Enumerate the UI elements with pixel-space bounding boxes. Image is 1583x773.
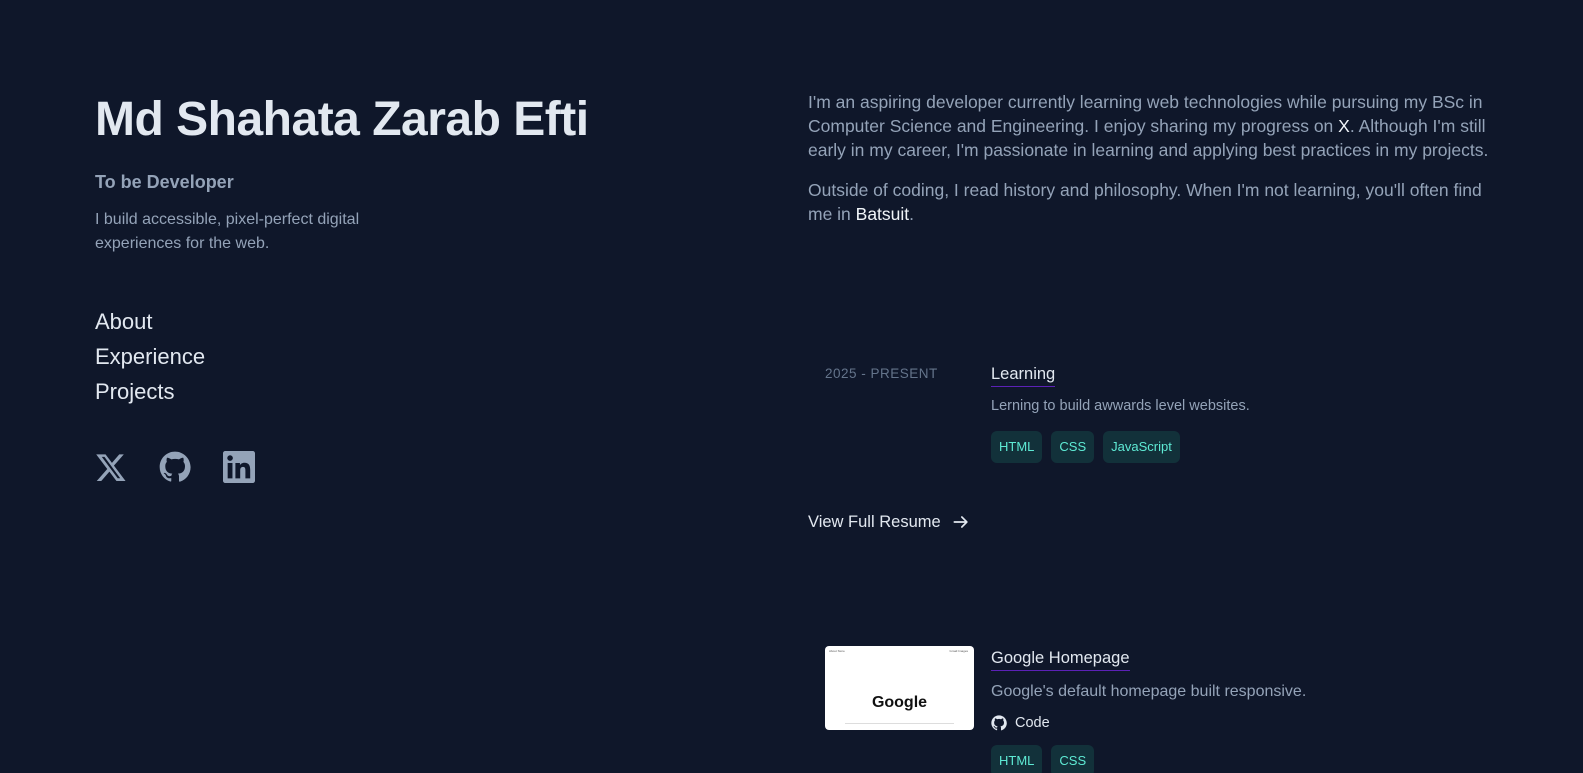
page-title: Md Shahata Zarab Efti xyxy=(95,93,589,146)
arrow-right-icon xyxy=(953,516,968,528)
view-resume-link[interactable]: View Full Resume xyxy=(808,512,971,532)
batsuit-link[interactable]: Batsuit xyxy=(856,204,910,224)
tag-css: CSS xyxy=(1051,431,1095,463)
resume-label: View Full Resume xyxy=(808,512,941,531)
role-subtitle: To be Developer xyxy=(95,172,234,192)
tag-css: CSS xyxy=(1051,745,1095,773)
x-link[interactable]: X xyxy=(1338,116,1350,136)
thumbnail-logo: Google xyxy=(871,694,928,711)
code-label: Code xyxy=(1015,715,1050,731)
tag-html: HTML xyxy=(991,431,1043,463)
nav-item-experience[interactable]: Experience xyxy=(95,339,655,374)
experience-tags: HTML CSS JavaScript xyxy=(991,431,1491,463)
project-title[interactable]: Google Homepage xyxy=(991,646,1130,671)
thumbnail-nav-right: Gmail Images xyxy=(949,649,968,653)
experience-description: Lerning to build awwards level websites. xyxy=(991,398,1250,414)
tagline: I build accessible, pixel-perfect digita… xyxy=(95,211,360,252)
nav-item-about[interactable]: About xyxy=(95,304,655,339)
experience-title[interactable]: Learning xyxy=(991,362,1056,387)
social-links xyxy=(95,451,655,483)
linkedin-icon[interactable] xyxy=(223,451,255,483)
project-description: Google's default homepage built responsi… xyxy=(991,683,1307,700)
experience-date: 2025 - PRESENT xyxy=(825,366,938,381)
x-icon[interactable] xyxy=(95,451,127,483)
about-paragraph-1: I'm an aspiring developer currently lear… xyxy=(808,90,1498,162)
github-icon xyxy=(991,715,1007,731)
github-icon[interactable] xyxy=(159,451,191,483)
portfolio-page: Md Shahata Zarab Efti To be Developer I … xyxy=(0,0,1583,773)
thumbnail-nav-left: About Store xyxy=(829,649,845,653)
tag-html: HTML xyxy=(991,745,1043,773)
experience-body: Learning Lerning to build awwards level … xyxy=(991,362,1491,463)
about-text: . xyxy=(909,204,915,224)
section-nav: About Experience Projects xyxy=(95,304,655,409)
project-thumbnail[interactable]: About Store Gmail Images Google xyxy=(825,646,974,730)
project-body: Google Homepage Google's default homepag… xyxy=(991,646,1491,773)
thumbnail-divider xyxy=(845,723,954,724)
project-tags: HTML CSS xyxy=(991,745,1491,773)
code-link[interactable]: Code xyxy=(991,715,1491,731)
profile-header: Md Shahata Zarab Efti To be Developer I … xyxy=(95,90,655,483)
about-section: I'm an aspiring developer currently lear… xyxy=(808,90,1498,226)
tag-javascript: JavaScript xyxy=(1103,431,1180,463)
main-content: I'm an aspiring developer currently lear… xyxy=(808,90,1498,773)
about-paragraph-2: Outside of coding, I read history and ph… xyxy=(808,178,1498,226)
nav-item-projects[interactable]: Projects xyxy=(95,374,655,409)
